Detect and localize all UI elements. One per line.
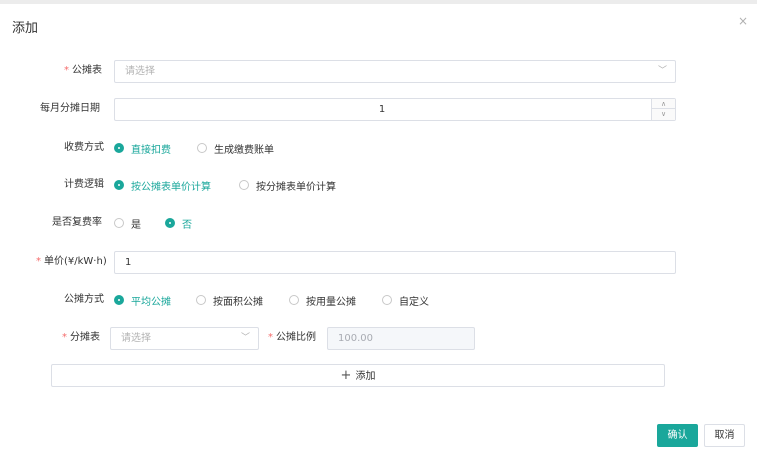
radio-direct-deduct[interactable]: 直接扣费 [114,138,171,158]
radio-label: 是 [131,219,141,231]
allocation-ratio-label: * 公摊比例 [268,332,316,343]
allocation-meter-placeholder: 请选择 [125,66,155,77]
radio-label: 自定义 [399,296,429,308]
decrement-icon[interactable]: ∨ [652,109,675,119]
allocation-meter-label: * 公摊表 [64,65,102,76]
allocation-ratio-value: 100.00 [338,333,373,344]
radio-label: 按用量公摊 [306,296,356,308]
confirm-button[interactable]: 确认 [657,424,698,447]
radio-dot [239,180,249,190]
allocation-meter-select[interactable]: 请选择 ﹀ [114,60,676,83]
radio-label: 按分摊表单价计算 [256,181,336,193]
radio-label: 按公摊表单价计算 [131,181,211,193]
radio-label: 按面积公摊 [213,296,263,308]
radio-dot [196,295,206,305]
monthly-day-label: 每月分摊日期 [40,103,100,114]
radio-label: 否 [182,219,192,231]
radio-label: 平均公摊 [131,296,171,308]
sub-meter-placeholder: 请选择 [121,333,151,344]
allocation-method-label: 公摊方式 [64,294,104,305]
radio-dot [289,295,299,305]
radio-dot [114,143,124,153]
required-star: * [268,332,273,343]
cancel-button[interactable]: 取消 [704,424,745,447]
compound-rate-label: 是否复费率 [52,217,102,228]
radio-dot [114,295,124,305]
radio-dot [197,143,207,153]
radio-generate-bill[interactable]: 生成缴费账单 [197,138,274,158]
chevron-down-icon: ﹀ [657,66,667,76]
unit-price-label: * 单价(¥/kW·h) [36,256,107,267]
radio-average[interactable]: 平均公摊 [114,290,171,310]
radio-compound-yes[interactable]: 是 [114,213,141,233]
radio-dot [114,218,124,228]
required-star: * [62,332,67,343]
sub-meter-select[interactable]: 请选择 ﹀ [110,327,259,350]
billing-logic-label: 计费逻辑 [64,179,104,190]
increment-icon[interactable]: ∧ [652,99,675,109]
add-row-label: 添加 [355,371,376,382]
required-star: * [36,256,41,267]
radio-label: 直接扣费 [131,144,171,156]
radio-compound-no[interactable]: 否 [165,213,192,233]
radio-by-area[interactable]: 按面积公摊 [196,290,263,310]
radio-dot [382,295,392,305]
required-star: * [64,65,69,76]
radio-by-usage[interactable]: 按用量公摊 [289,290,356,310]
monthly-day-value: 1 [378,104,386,115]
radio-by-sub-meter-price[interactable]: 按分摊表单价计算 [239,175,336,195]
radio-dot [114,180,124,190]
allocation-ratio-input[interactable]: 100.00 [327,327,475,350]
monthly-day-stepper[interactable]: 1 ∧ ∨ [114,98,676,121]
charge-mode-label: 收费方式 [64,142,104,153]
add-row-button[interactable]: + 添加 [51,364,665,387]
chevron-down-icon: ﹀ [240,333,250,343]
unit-price-value: 1 [125,257,132,268]
close-icon[interactable]: × [738,15,748,27]
radio-dot [165,218,175,228]
dialog-title: 添加 [12,21,39,36]
radio-by-allocation-meter-price[interactable]: 按公摊表单价计算 [114,175,211,195]
plus-icon: + [340,368,352,383]
unit-price-input[interactable]: 1 [114,251,676,274]
radio-custom[interactable]: 自定义 [382,290,429,310]
sub-meter-label: * 分摊表 [62,332,100,343]
stepper-controls: ∧ ∨ [651,99,675,120]
radio-label: 生成缴费账单 [214,144,274,156]
